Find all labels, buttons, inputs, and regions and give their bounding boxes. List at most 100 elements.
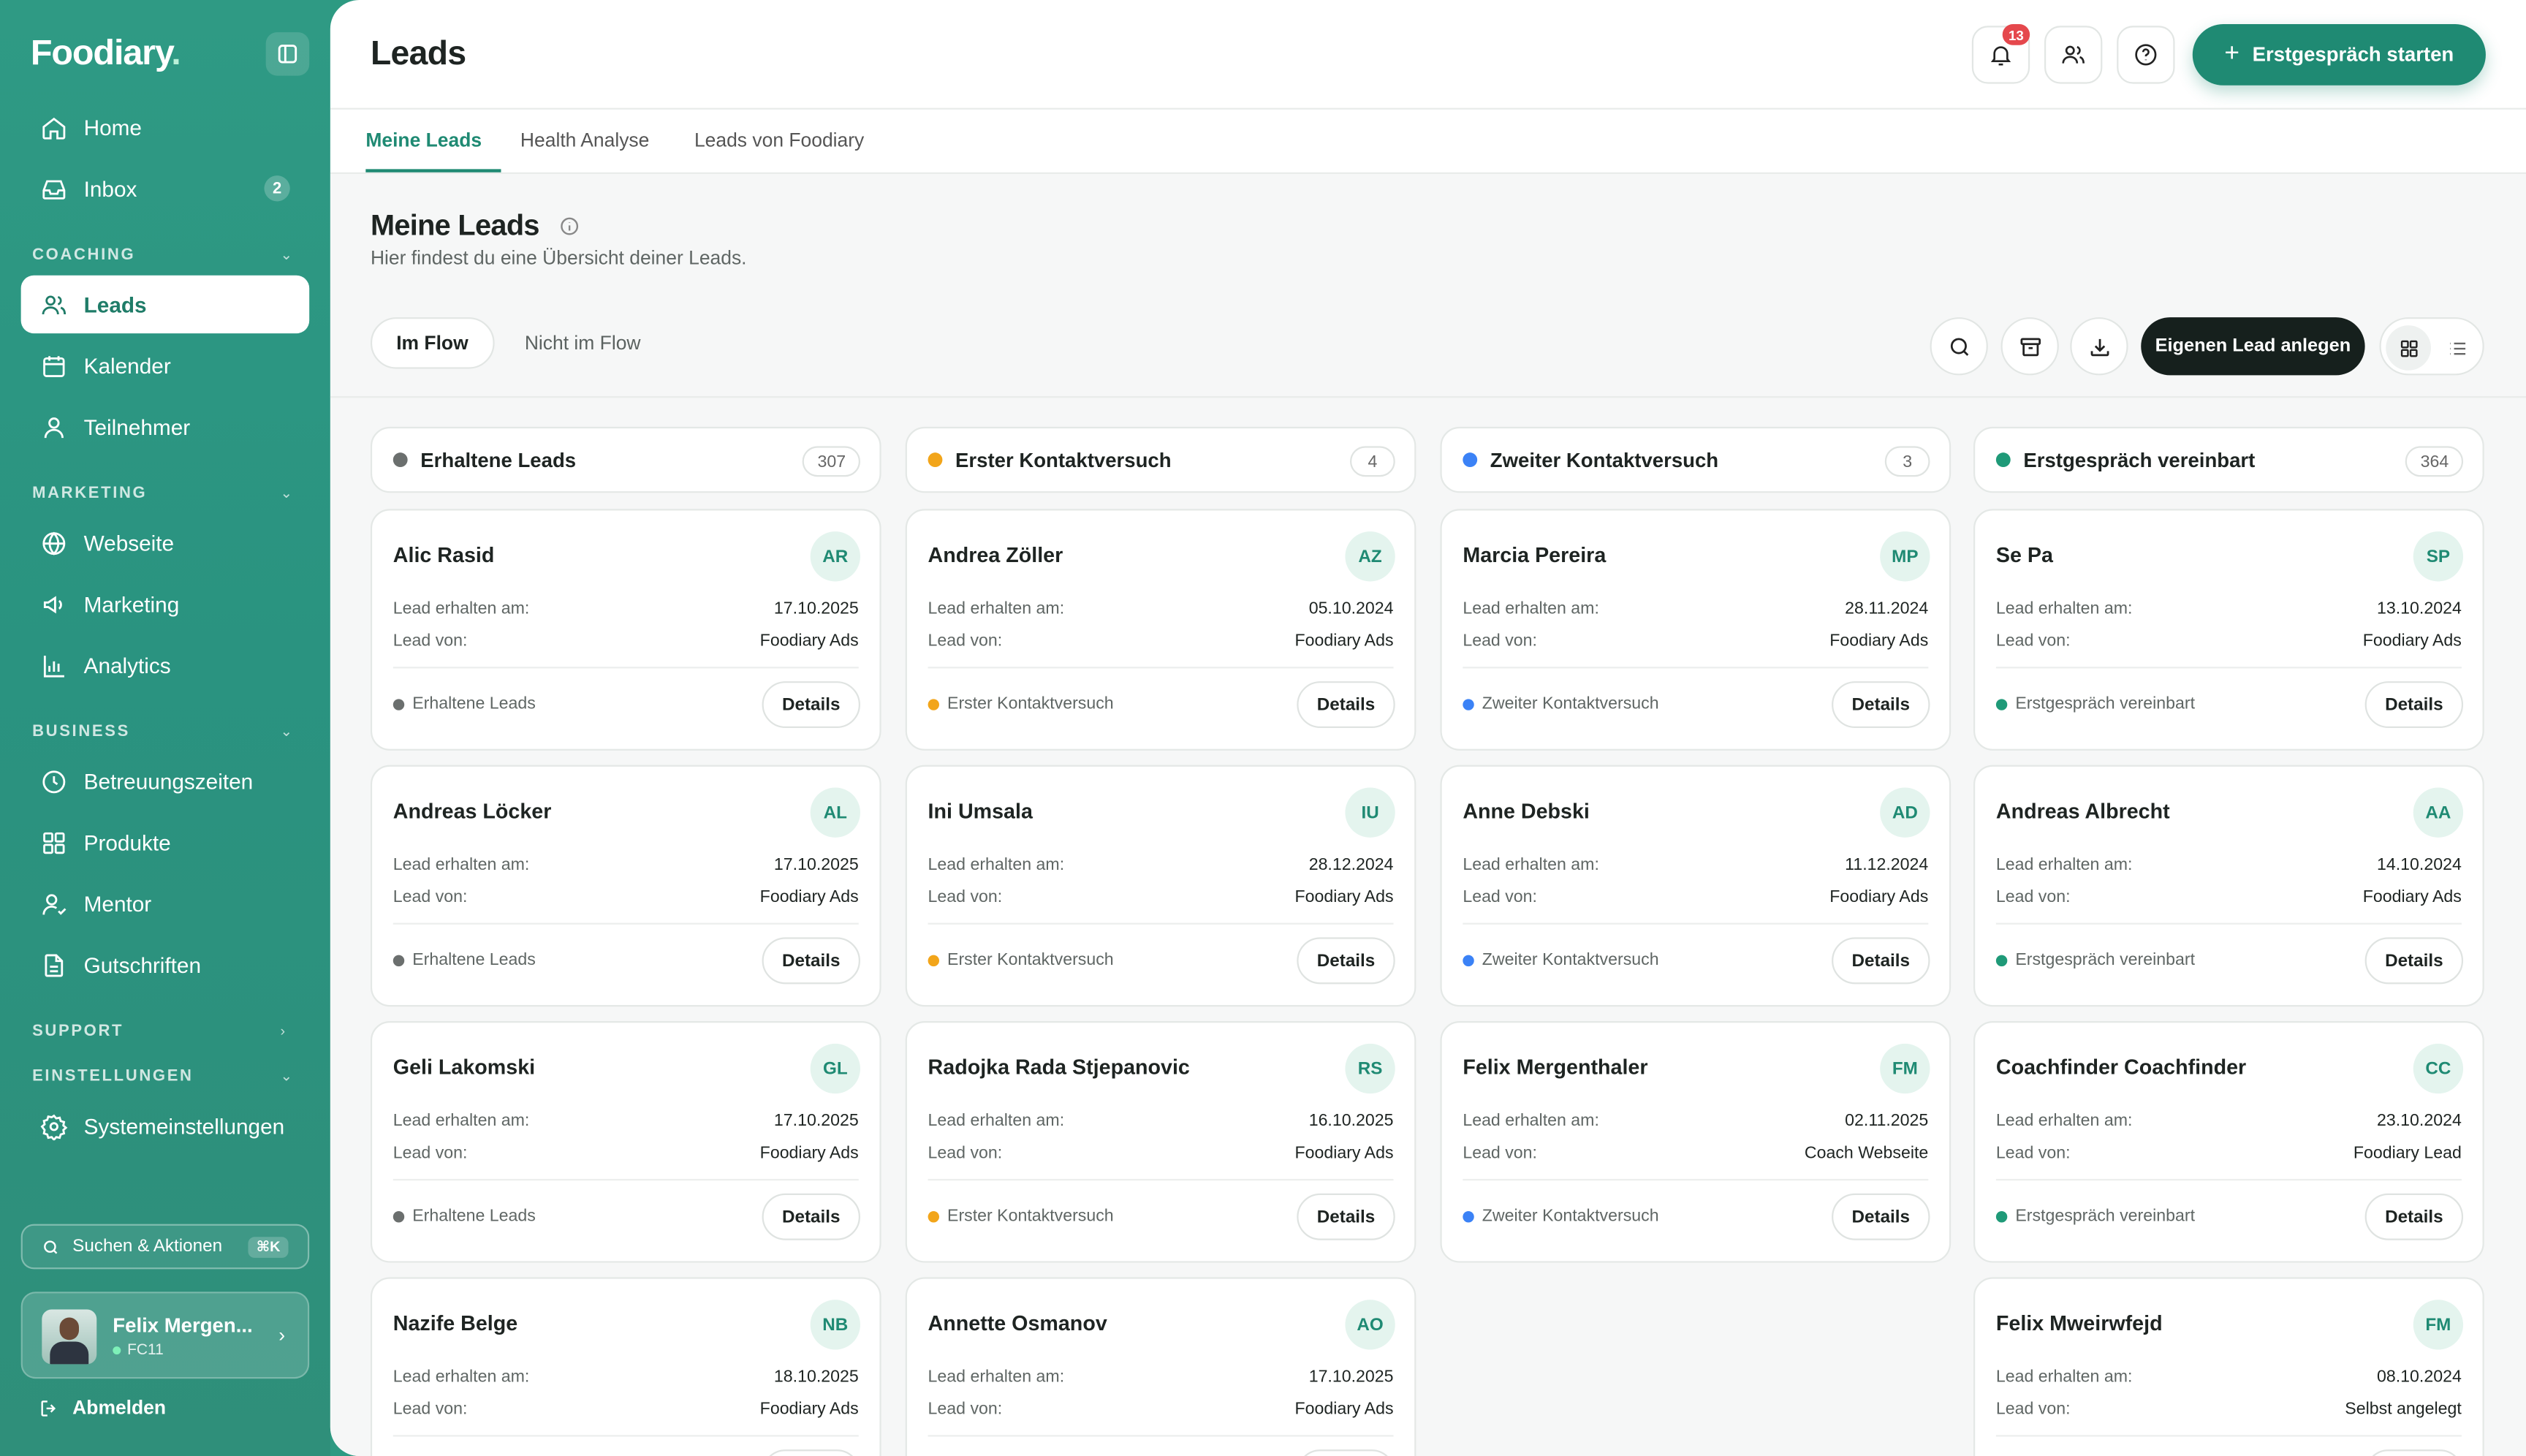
column-count-badge: 3 bbox=[1884, 446, 1930, 477]
start-consultation-button[interactable]: + Erstgespräch starten bbox=[2192, 24, 2486, 86]
details-button[interactable]: Details bbox=[1832, 937, 1930, 985]
details-button[interactable]: Details bbox=[762, 1193, 860, 1240]
search-actions-button[interactable]: Suchen & Aktionen ⌘K bbox=[20, 1224, 310, 1270]
lead-card[interactable]: Nazife Belge NB Lead erhalten am: 18.10.202… bbox=[370, 1277, 881, 1456]
divider bbox=[1995, 922, 2462, 925]
logout-button[interactable]: Abmelden bbox=[39, 1396, 166, 1419]
lead-card[interactable]: Se Pa SP Lead erhalten am: 13.10.2024 Lead v… bbox=[1973, 509, 2484, 751]
sidebar-item-inbox[interactable]: Inbox 2 bbox=[21, 159, 310, 217]
status-dot-icon bbox=[1463, 1210, 1474, 1222]
divider bbox=[1463, 1178, 1929, 1181]
lead-card[interactable]: Ini Umsala IU Lead erhalten am: 28.12.2024 L… bbox=[905, 765, 1416, 1007]
chevron-down-icon[interactable]: ⌄ bbox=[281, 1068, 293, 1085]
archive-button[interactable] bbox=[2000, 317, 2059, 376]
details-button[interactable]: Details bbox=[2364, 937, 2464, 985]
user-profile-card[interactable]: Felix Mergen... FC11 › bbox=[20, 1292, 310, 1379]
tab-health-analyse[interactable]: Health Analyse bbox=[520, 129, 649, 151]
divider bbox=[928, 1435, 1394, 1437]
lead-card[interactable]: Felix Mweirwfejd FM Lead erhalten am: 08.10… bbox=[1973, 1277, 2484, 1456]
download-button[interactable] bbox=[2070, 317, 2128, 376]
tab-meine-leads[interactable]: Meine Leads bbox=[365, 129, 482, 151]
section-coaching[interactable]: COACHING bbox=[32, 246, 135, 264]
details-button[interactable]: Details bbox=[2364, 1449, 2464, 1456]
create-lead-button[interactable]: Eigenen Lead anlegen bbox=[2141, 317, 2365, 376]
sidebar-item-analytics[interactable]: Analytics bbox=[21, 636, 310, 694]
lead-status: Zweiter Kontaktversuch bbox=[1463, 1206, 1659, 1226]
lead-card[interactable]: Andrea Zöller AZ Lead erhalten am: 05.10.20… bbox=[905, 509, 1416, 751]
sidebar-item-betreuungszeiten[interactable]: Betreuungszeiten bbox=[21, 752, 310, 810]
details-button[interactable]: Details bbox=[1832, 681, 1930, 728]
team-button[interactable] bbox=[2044, 26, 2103, 84]
lead-card[interactable]: Coachfinder Coachfinder CC Lead erhalten a… bbox=[1973, 1021, 2484, 1263]
received-label: Lead erhalten am: bbox=[392, 1367, 530, 1387]
help-button[interactable] bbox=[2117, 26, 2175, 84]
lead-source: Foodiary Lead bbox=[2353, 1143, 2462, 1163]
column-header[interactable]: Zweiter Kontaktversuch 3 bbox=[1440, 426, 1952, 493]
lead-card[interactable]: Felix Mergenthaler FM Lead erhalten am: 02.… bbox=[1440, 1021, 1952, 1263]
chevron-right-icon[interactable]: › bbox=[281, 1023, 286, 1039]
lead-card[interactable]: Anne Debski AD Lead erhalten am: 11.12.2024… bbox=[1440, 765, 1952, 1007]
details-button[interactable]: Details bbox=[1297, 1193, 1395, 1240]
app-logo[interactable]: Foodiary. bbox=[31, 32, 181, 74]
list-view-button[interactable] bbox=[2434, 325, 2479, 371]
calendar-icon bbox=[39, 351, 68, 380]
details-button[interactable]: Details bbox=[1297, 681, 1395, 728]
details-button[interactable]: Details bbox=[1297, 937, 1395, 985]
section-einstellungen[interactable]: EINSTELLUNGEN bbox=[32, 1068, 194, 1085]
details-button[interactable]: Details bbox=[762, 681, 860, 728]
lead-card[interactable]: Alic Rasid AR Lead erhalten am: 17.10.2025 L… bbox=[370, 509, 881, 751]
details-button[interactable]: Details bbox=[762, 1449, 860, 1456]
sidebar-collapse-button[interactable] bbox=[265, 32, 310, 76]
column-header[interactable]: Erstgespräch vereinbart 364 bbox=[1973, 426, 2484, 493]
sidebar-item-systemeinstellungen[interactable]: Systemeinstellungen bbox=[21, 1097, 310, 1155]
status-dot-icon bbox=[1463, 698, 1474, 710]
lead-source: Foodiary Ads bbox=[2362, 631, 2462, 651]
lead-card[interactable]: Andreas Löcker AL Lead erhalten am: 17.10.2… bbox=[370, 765, 881, 1007]
received-date: 17.10.2025 bbox=[773, 1111, 859, 1131]
details-button[interactable]: Details bbox=[2364, 1193, 2464, 1240]
lead-card[interactable]: Geli Lakomski GL Lead erhalten am: 17.10.20… bbox=[370, 1021, 881, 1263]
column-count-badge: 4 bbox=[1350, 446, 1395, 477]
chevron-down-icon[interactable]: ⌄ bbox=[281, 723, 293, 740]
lead-initials-avatar: MP bbox=[1880, 531, 1930, 582]
details-button[interactable]: Details bbox=[762, 937, 860, 985]
received-label: Lead erhalten am: bbox=[1995, 1367, 2133, 1387]
tab-bar: Meine Leads Health Analyse Leads von Foo… bbox=[330, 110, 2526, 174]
details-button[interactable]: Details bbox=[2364, 681, 2464, 728]
filter-im-flow[interactable]: Im Flow bbox=[370, 317, 494, 369]
column-header[interactable]: Erster Kontaktversuch 4 bbox=[905, 426, 1416, 493]
lead-card[interactable]: Annette Osmanov AO Lead erhalten am: 17.10.… bbox=[905, 1277, 1416, 1456]
sidebar-item-kalender[interactable]: Kalender bbox=[21, 337, 310, 395]
lead-card[interactable]: Radojka Rada Stjepanovic RS Lead erhalten … bbox=[905, 1021, 1416, 1263]
section-business[interactable]: BUSINESS bbox=[32, 723, 130, 740]
archive-icon bbox=[2019, 337, 2040, 356]
lead-status: Erster Kontaktversuch bbox=[928, 694, 1114, 713]
source-label: Lead von: bbox=[928, 1399, 1003, 1419]
sidebar-item-teilnehmer[interactable]: Teilnehmer bbox=[21, 398, 310, 455]
details-button[interactable]: Details bbox=[1297, 1449, 1395, 1456]
sidebar-item-mentor[interactable]: Mentor bbox=[21, 875, 310, 933]
mentor-icon bbox=[39, 889, 68, 918]
filter-nicht-im-flow[interactable]: Nicht im Flow bbox=[501, 317, 665, 369]
search-button[interactable] bbox=[1930, 317, 1988, 376]
sidebar-item-marketing[interactable]: Marketing bbox=[21, 575, 310, 633]
info-icon[interactable] bbox=[559, 216, 580, 237]
lead-card[interactable]: Marcia Pereira MP Lead erhalten am: 28.11.2… bbox=[1440, 509, 1952, 751]
sidebar-item-webseite[interactable]: Webseite bbox=[21, 514, 310, 572]
sidebar-item-gutschriften[interactable]: Gutschriften bbox=[21, 936, 310, 993]
section-support[interactable]: SUPPORT bbox=[32, 1023, 124, 1040]
details-button[interactable]: Details bbox=[1832, 1193, 1930, 1240]
sidebar-item-home[interactable]: Home bbox=[21, 98, 310, 156]
section-marketing[interactable]: MARKETING bbox=[32, 485, 147, 502]
divider bbox=[1995, 667, 2462, 669]
column-header[interactable]: Erhaltene Leads 307 bbox=[370, 426, 881, 493]
column-count-badge: 307 bbox=[803, 446, 860, 477]
sidebar-item-leads[interactable]: Leads bbox=[20, 275, 310, 334]
chevron-down-icon[interactable]: ⌄ bbox=[281, 246, 293, 264]
notifications-button[interactable]: 13 bbox=[1971, 24, 2030, 84]
lead-card[interactable]: Andreas Albrecht AA Lead erhalten am: 14.10… bbox=[1973, 765, 2484, 1007]
tab-leads-von-foodiary[interactable]: Leads von Foodiary bbox=[694, 129, 864, 151]
grid-view-button[interactable] bbox=[2386, 325, 2431, 371]
sidebar-item-produkte[interactable]: Produkte bbox=[21, 814, 310, 871]
chevron-down-icon[interactable]: ⌄ bbox=[281, 485, 293, 502]
